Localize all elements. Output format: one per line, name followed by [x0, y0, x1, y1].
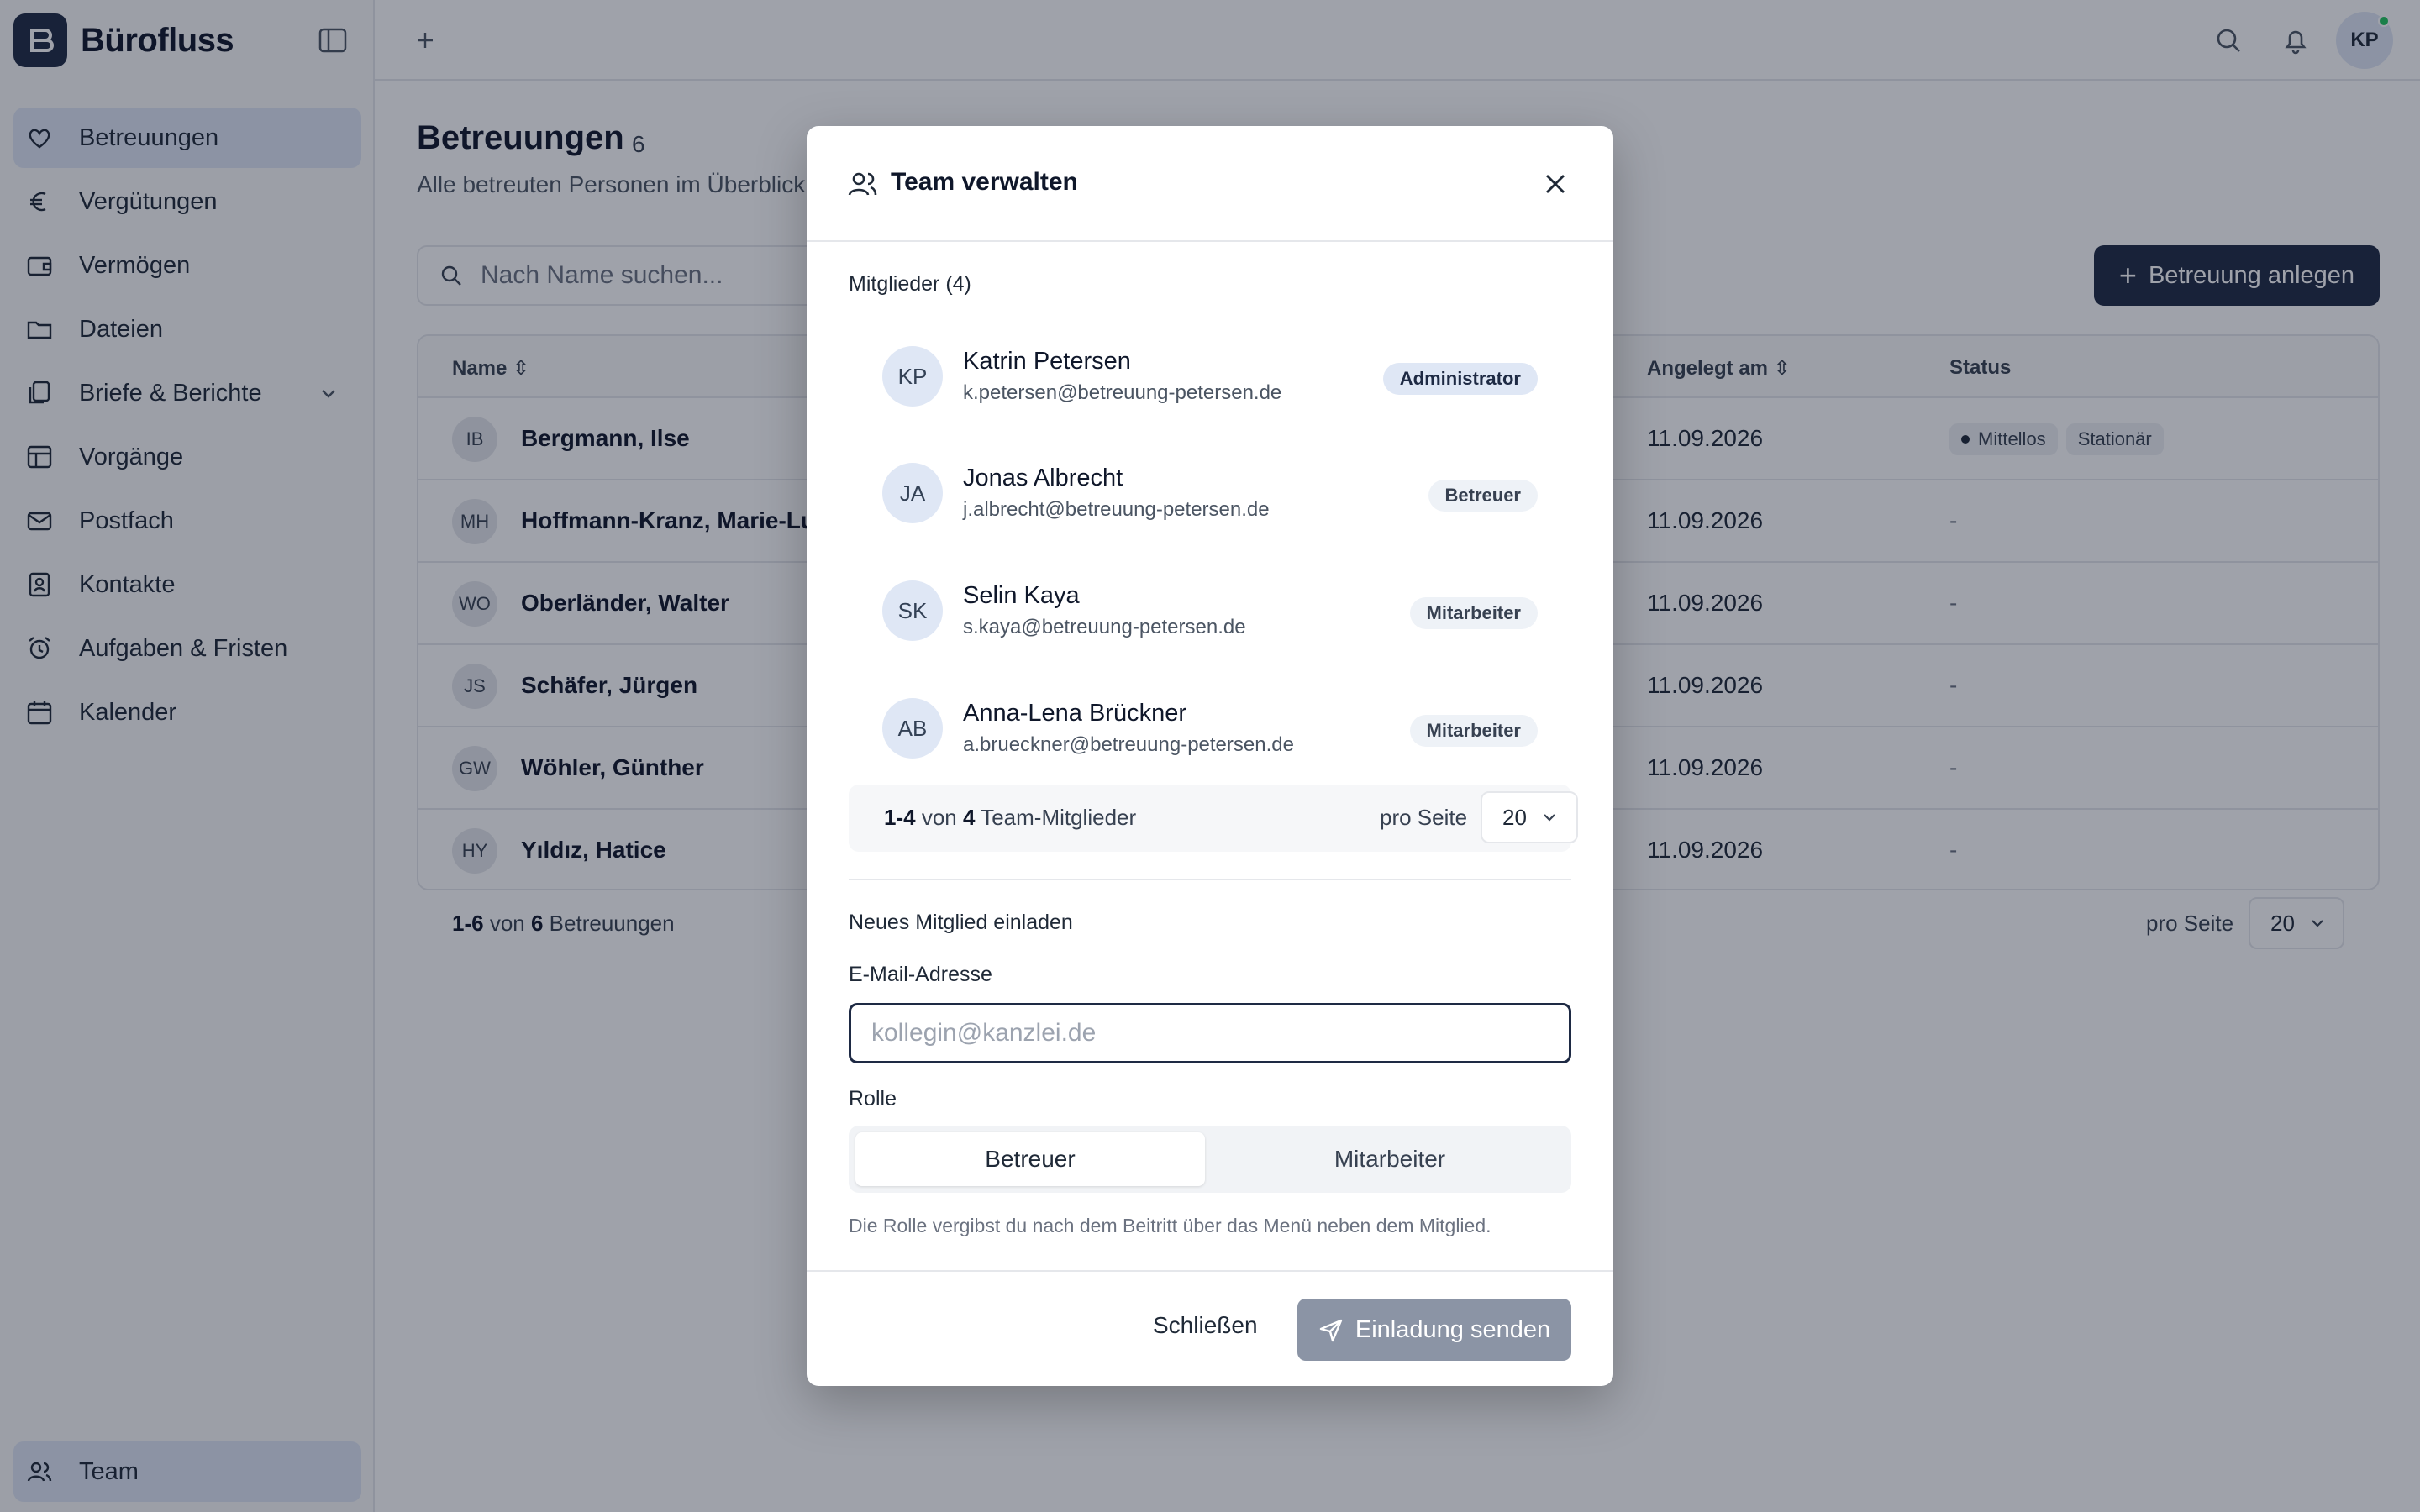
dialog-footer: Schließen Einladung senden: [807, 1270, 1613, 1386]
email-label: E-Mail-Adresse: [849, 963, 992, 986]
members-per-page-select[interactable]: 20: [1481, 791, 1578, 843]
send-invitation-button[interactable]: Einladung senden: [1297, 1299, 1571, 1361]
per-page-label: pro Seite: [1380, 805, 1468, 830]
member-name: Anna-Lena Brückner: [963, 700, 1186, 727]
team-dialog: Team verwalten Mitglieder (4) KP Katrin …: [807, 126, 1613, 1386]
users-icon: [848, 172, 877, 196]
close-icon[interactable]: [1541, 170, 1570, 198]
role-label: Rolle: [849, 1087, 897, 1110]
member-avatar: AB: [882, 698, 943, 759]
member-email: a.brueckner@betreuung-petersen.de: [963, 733, 1294, 756]
member-email: j.albrecht@betreuung-petersen.de: [963, 498, 1270, 521]
member-name: Selin Kaya: [963, 582, 1080, 609]
members-pagination: 1-4 von 4 Team-Mitglieder pro Seite 20: [849, 785, 1578, 852]
member-row: SK Selin Kaya s.kaya@betreuung-petersen.…: [882, 565, 1538, 658]
member-role-badge: Betreuer: [1428, 480, 1538, 512]
member-row: JA Jonas Albrecht j.albrecht@betreuung-p…: [882, 448, 1538, 540]
app-root: Bürofluss Betreuungen Vergütungen Vermög…: [0, 0, 2420, 1512]
role-segmented-control: Betreuer Mitarbeiter: [849, 1126, 1571, 1193]
send-invitation-label: Einladung senden: [1355, 1315, 1551, 1343]
members-label: Mitglieder (4): [849, 272, 971, 296]
dialog-title: Team verwalten: [891, 168, 1078, 196]
member-email: s.kaya@betreuung-petersen.de: [963, 616, 1246, 638]
members-pagination-count: 1-4 von 4 Team-Mitglieder: [884, 805, 1136, 831]
member-avatar: JA: [882, 463, 943, 523]
member-row: AB Anna-Lena Brückner a.brueckner@betreu…: [882, 683, 1538, 775]
invite-label: Neues Mitglied einladen: [849, 911, 1073, 934]
pagination-total: 4: [962, 805, 976, 830]
pagination-range: 1-4: [884, 805, 916, 830]
member-role-badge: Mitarbeiter: [1409, 715, 1538, 747]
member-row: KP Katrin Petersen k.petersen@betreuung-…: [882, 331, 1538, 423]
role-option-betreuer[interactable]: Betreuer: [855, 1132, 1205, 1186]
close-button[interactable]: Schließen: [1153, 1312, 1258, 1339]
member-avatar: KP: [882, 346, 943, 407]
send-icon: [1319, 1319, 1343, 1342]
member-email: k.petersen@betreuung-petersen.de: [963, 381, 1282, 404]
pagination-unit: Team-Mitglieder: [981, 805, 1137, 830]
per-page-value: 20: [1502, 804, 1527, 830]
email-field[interactable]: [849, 1003, 1571, 1063]
role-option-mitarbeiter[interactable]: Mitarbeiter: [1215, 1132, 1565, 1186]
member-role-badge: Mitarbeiter: [1409, 597, 1538, 629]
divider: [849, 879, 1571, 880]
member-name: Katrin Petersen: [963, 348, 1131, 375]
dialog-header: Team verwalten: [807, 126, 1613, 242]
chevron-down-icon: [1544, 814, 1555, 822]
member-name: Jonas Albrecht: [963, 465, 1123, 491]
role-hint: Die Rolle vergibst du nach dem Beitritt …: [849, 1215, 1491, 1236]
pagination-von: von: [921, 805, 957, 830]
member-avatar: SK: [882, 580, 943, 641]
member-role-badge: Administrator: [1382, 363, 1538, 395]
